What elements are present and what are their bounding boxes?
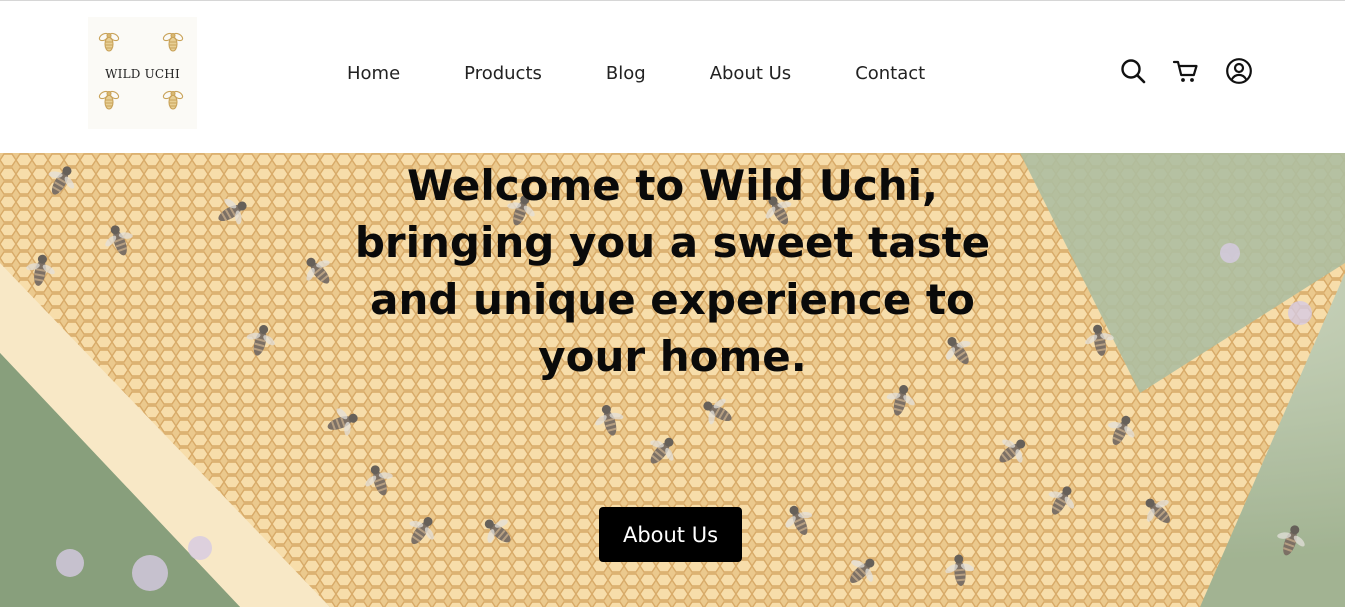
cart-icon[interactable] xyxy=(1172,57,1200,85)
about-us-button[interactable]: About Us xyxy=(599,507,742,562)
nav-home[interactable]: Home xyxy=(347,63,400,84)
hero-section: Welcome to Wild Uchi, bringing you a swe… xyxy=(0,153,1345,607)
nav-blog[interactable]: Blog xyxy=(606,63,646,84)
logo-text: WILD UCHI xyxy=(105,67,180,81)
bee-icon xyxy=(96,29,122,55)
account-icon[interactable] xyxy=(1225,57,1253,85)
hero-title: Welcome to Wild Uchi, bringing you a swe… xyxy=(354,161,991,381)
bee-icon xyxy=(160,87,186,113)
bee-icon xyxy=(160,29,186,55)
header-actions xyxy=(1119,56,1253,86)
search-icon[interactable] xyxy=(1119,57,1147,85)
main-nav: Home Products Blog About Us Contact xyxy=(347,59,925,87)
nav-about-us[interactable]: About Us xyxy=(710,63,792,84)
nav-products[interactable]: Products xyxy=(464,63,542,84)
site-logo[interactable]: WILD UCHI xyxy=(88,17,197,129)
site-header: WILD UCHI Home Products Blog About Us Co… xyxy=(0,1,1345,153)
bee-icon xyxy=(96,87,122,113)
nav-contact[interactable]: Contact xyxy=(855,63,925,84)
